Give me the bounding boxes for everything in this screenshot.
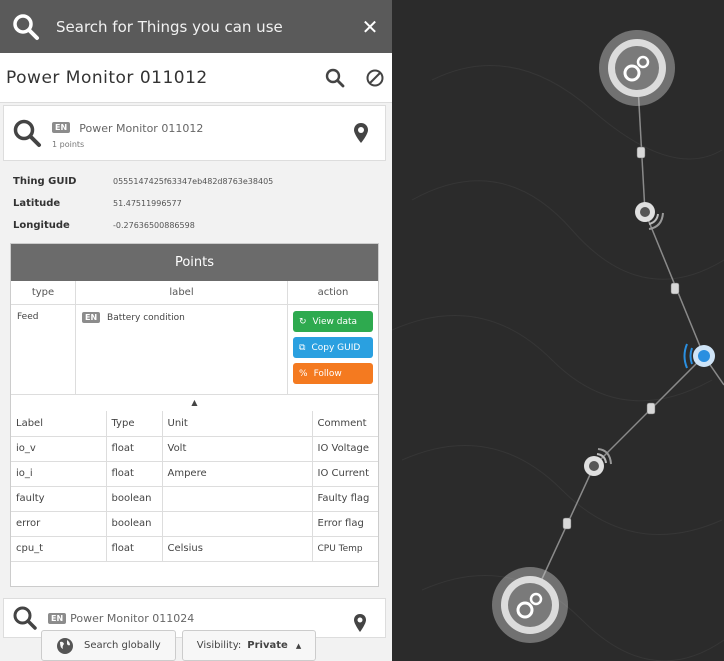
thing-panel: Search for Things you can use ✕ Power Mo… (0, 0, 392, 661)
table-row: error boolean Error flag (11, 511, 378, 537)
property-value: 0555147425f63347eb482d8763e38405 (113, 176, 274, 186)
points-column-headers: type label action (11, 281, 378, 305)
search-icon (13, 119, 41, 147)
table-row: io_i float Ampere IO Current (11, 461, 378, 487)
language-badge: EN (82, 312, 101, 323)
header-label: Label (11, 411, 107, 437)
point-actions: ↻ View data ⧉ Copy GUID % Follow (288, 305, 378, 394)
cell-unit (162, 511, 313, 537)
cell-type: float (106, 536, 163, 562)
gear-icon[interactable] (492, 567, 568, 643)
cell-type: float (106, 461, 163, 487)
header-unit: Unit (162, 411, 313, 437)
visibility-value: Private (247, 640, 288, 651)
page-title: Power Monitor 011012 (6, 67, 208, 88)
search-icon (13, 606, 37, 630)
property-row: Longitude -0.27636500886598 (13, 214, 383, 236)
table-row: cpu_t float Celsius CPU Temp (11, 536, 378, 562)
gear-icon[interactable] (599, 30, 675, 106)
cell-label: cpu_t (11, 536, 107, 562)
point-label: Battery condition (107, 313, 185, 323)
table-row: faulty boolean Faulty flag (11, 486, 378, 512)
header-type: Type (106, 411, 163, 437)
search-input[interactable]: Search for Things you can use (56, 18, 360, 36)
copy-icon: ⧉ (299, 342, 306, 353)
close-icon[interactable]: ✕ (360, 15, 380, 39)
cell-label: io_i (11, 461, 107, 487)
map-pin-icon[interactable] (353, 122, 369, 144)
values-table: Label Type Unit Comment io_v float Volt … (11, 411, 378, 562)
thing-card-text: EN Power Monitor 011012 1 points (52, 117, 203, 149)
thing-titlebar: Power Monitor 011012 (0, 53, 392, 103)
thing-name: Power Monitor 011024 (70, 611, 195, 625)
cell-comment: IO Voltage (312, 436, 378, 462)
property-row: Latitude 51.47511996577 (13, 192, 383, 214)
cell-label: error (11, 511, 107, 537)
cell-unit: Celsius (162, 536, 313, 562)
property-value: -0.27636500886598 (113, 220, 195, 230)
visibility-label: Visibility: (196, 640, 242, 651)
property-key: Latitude (13, 197, 61, 209)
point-type: Feed (11, 305, 76, 394)
link-icon: % (299, 368, 308, 379)
cell-comment: CPU Temp (312, 536, 378, 562)
property-value: 51.47511996577 (113, 198, 182, 208)
search-bar[interactable]: Search for Things you can use ✕ (0, 0, 392, 53)
cell-unit (162, 486, 313, 512)
search-icon (13, 13, 39, 40)
search-globally-button[interactable]: Search globally (41, 630, 176, 661)
visibility-dropdown[interactable]: Visibility: Private ▲ (181, 630, 317, 661)
cell-type: boolean (106, 511, 163, 537)
header-comment: Comment (312, 411, 378, 437)
cell-label: faulty (11, 486, 107, 512)
thing-properties: Thing GUID 0555147425f63347eb482d8763e38… (13, 170, 383, 236)
point-row: Feed EN Battery condition ↻ View data ⧉ … (11, 305, 378, 395)
points-count: 1 points (52, 140, 85, 149)
thing-card[interactable]: EN Power Monitor 011012 1 points (3, 105, 386, 161)
view-data-button[interactable]: ↻ View data (293, 311, 373, 332)
cell-unit: Ampere (162, 461, 313, 487)
chevron-up-icon: ▲ (295, 641, 302, 650)
search-icon[interactable] (324, 67, 346, 89)
cell-comment: IO Current (312, 461, 378, 487)
property-row: Thing GUID 0555147425f63347eb482d8763e38… (13, 170, 383, 192)
network-graph[interactable] (392, 0, 724, 661)
points-section: Points type label action Feed EN Battery… (10, 243, 379, 587)
cell-unit: Volt (162, 436, 313, 462)
cell-comment: Error flag (312, 511, 378, 537)
column-action: action (317, 287, 349, 298)
globe-icon (57, 637, 73, 654)
refresh-icon: ↻ (299, 316, 307, 327)
property-key: Thing GUID (13, 175, 77, 187)
table-row: io_v float Volt IO Voltage (11, 436, 378, 462)
graph-background (392, 0, 724, 661)
point-label-cell: EN Battery condition (76, 305, 288, 394)
block-icon[interactable] (364, 67, 386, 89)
language-badge: EN (52, 122, 71, 133)
column-type: type (11, 281, 76, 304)
table-header-row: Label Type Unit Comment (11, 411, 378, 437)
cell-comment: Faulty flag (312, 486, 378, 512)
property-key: Longitude (13, 219, 70, 231)
column-label: label (76, 281, 288, 304)
thing-name: Power Monitor 011012 (79, 122, 204, 135)
collapse-caret[interactable]: ▲ (11, 395, 378, 411)
cell-type: boolean (106, 486, 163, 512)
points-title: Points (11, 244, 378, 281)
cell-type: float (106, 436, 163, 462)
cell-label: io_v (11, 436, 107, 462)
language-badge: EN (48, 612, 67, 624)
follow-button[interactable]: % Follow (293, 363, 373, 384)
copy-guid-button[interactable]: ⧉ Copy GUID (293, 337, 373, 358)
bottom-bar: Search globally Visibility: Private ▲ (0, 630, 392, 661)
